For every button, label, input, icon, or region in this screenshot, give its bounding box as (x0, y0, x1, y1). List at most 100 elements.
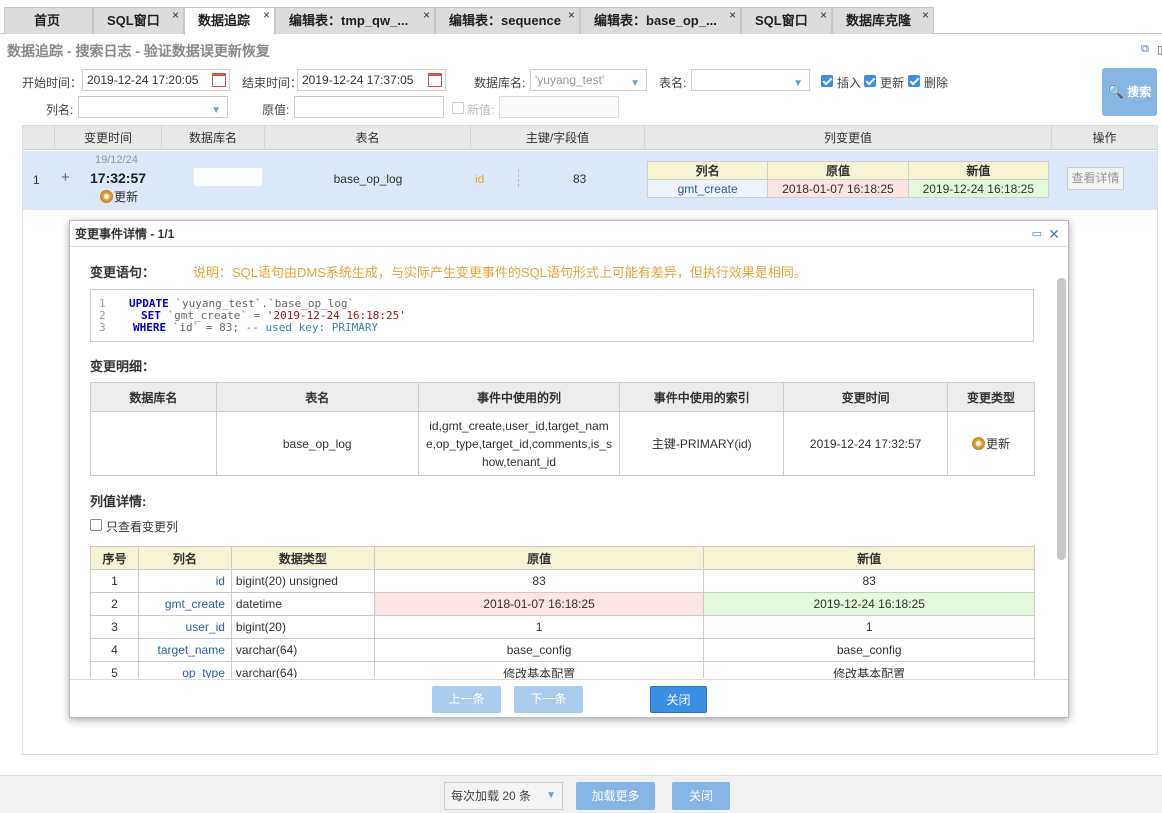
close-icon[interactable]: × (172, 2, 179, 28)
tab-label: 数据库克隆 (846, 13, 912, 28)
close-button[interactable]: 关闭 (650, 686, 707, 713)
change-event-dialog: 变更事件详情 - 1/1 ▭ ✕ 变更语句： 说明：SQL语句由DMS系统生成，… (69, 220, 1069, 718)
row-number: 5 (90, 661, 139, 678)
grid-header-cell: 操作 (1092, 131, 1117, 145)
column-value-table: 序号 列名 数据类型 原值 新值 1 id bigint(20) unsigne… (90, 546, 1035, 678)
sql-keyword: WHERE (133, 321, 167, 334)
tab-db-clone[interactable]: 数据库克隆 × (832, 7, 934, 34)
start-time-input[interactable]: 2019-12-24 17:20:05 (82, 69, 230, 91)
old-value: 2018-01-07 16:18:25 (373, 592, 705, 616)
maximize-icon[interactable]: ▭ (1032, 221, 1042, 247)
next-button[interactable]: 下一条 (514, 686, 583, 713)
app-root: 首页 SQL窗口 × 数据追踪 × 编辑表：tmp_qw_... × 编辑表：sequ… (0, 0, 1162, 813)
code-line-3: WHERE `id` = 83; -- used key: PRIMARY (133, 322, 378, 334)
dialog-body: 变更语句： 说明：SQL语句由DMS系统生成，与实际产生变更事件的SQL语句形式… (70, 248, 1068, 678)
mini-header: 原值 (767, 161, 909, 180)
page-size-value: 每次加载 20 条 (451, 789, 532, 803)
expand-icon[interactable]: + (61, 169, 70, 186)
search-icon: 🔍 (1107, 84, 1124, 99)
delete-checkbox[interactable] (908, 75, 920, 87)
tab-sql-window[interactable]: SQL窗口 × (93, 7, 184, 34)
tab-data-tracking[interactable]: 数据追踪 × (184, 7, 275, 35)
tab-edit-base-op[interactable]: 编辑表：base_op_... × (580, 7, 741, 34)
close-icon[interactable]: × (820, 2, 827, 28)
data-type: bigint(20) unsigned (230, 569, 375, 593)
tab-edit-sequence[interactable]: 编辑表：sequence × (435, 7, 580, 34)
tab-label: 编辑表：sequence (449, 13, 561, 28)
mini-new-value: 2019-12-24 16:18:25 (907, 179, 1050, 198)
detail-header: 表名 (215, 382, 419, 412)
column-name-label: 列名: (46, 103, 74, 117)
row-date: 19/12/24 (95, 154, 138, 166)
change-detail-table: 数据库名 表名 事件中使用的列 事件中使用的索引 变更时间 变更类型 base_… (90, 382, 1035, 476)
sql-text: `id` = 83; (166, 321, 246, 334)
search-button[interactable]: 🔍 搜索 (1102, 68, 1157, 116)
column-name-select[interactable]: ▼ (78, 96, 228, 118)
table-row: 5 op_type varchar(64) 修改基本配置 修改基本配置 (90, 661, 1035, 678)
dialog-title: 变更事件详情 - 1/1 (75, 227, 175, 241)
table-row: base_op_log id,gmt_create,user_id,target… (90, 411, 1035, 476)
update-checkbox[interactable] (864, 75, 876, 87)
new-value-input[interactable] (499, 96, 619, 118)
close-icon[interactable]: × (568, 2, 575, 28)
calendar-icon[interactable] (212, 73, 226, 87)
detail-type: 更新 (947, 411, 1035, 476)
col-header: 列名 (137, 546, 232, 570)
table-name-select[interactable]: ▼ (691, 69, 810, 91)
table-row: 1 id bigint(20) unsigned 83 83 (90, 569, 1035, 593)
gear-icon (100, 190, 113, 203)
grid-header-cell: 主键/字段值 (471, 126, 645, 150)
tab-edit-tmp-qw[interactable]: 编辑表：tmp_qw_... × (275, 7, 435, 34)
new-value: 2019-12-24 16:18:25 (703, 592, 1035, 616)
old-value: 修改基本配置 (373, 661, 705, 678)
bottom-bar: 每次加载 20 条 ▼ 加载更多 关闭 (0, 775, 1162, 813)
close-icon[interactable]: × (423, 2, 430, 28)
grid-header: 变更时间 数据库名 表名 主键/字段值 列变更值 操作 (23, 126, 1157, 150)
line-number: 3 (99, 321, 106, 334)
grid-header-cell: 数据库名 (162, 126, 265, 150)
prev-button[interactable]: 上一条 (432, 686, 501, 713)
sql-code-block: 1 2 3 UPDATE `yuyang_test`.`base_op_log`… (90, 289, 1034, 342)
table-name-label: 表名: (659, 76, 687, 90)
tab-bar: 首页 SQL窗口 × 数据追踪 × 编辑表：tmp_qw_... × 编辑表：sequ… (0, 0, 1162, 35)
mini-col-name: gmt_create (646, 179, 769, 198)
new-value: 1 (703, 615, 1035, 639)
new-value: 83 (703, 569, 1035, 593)
end-time-input[interactable]: 2019-12-24 17:37:05 (297, 69, 446, 91)
data-type: datetime (230, 592, 375, 616)
col-header: 新值 (703, 546, 1035, 570)
stmt-note: 说明：SQL语句由DMS系统生成，与实际产生变更事件的SQL语句形式上可能有差异… (193, 265, 807, 280)
dialog-header: 变更事件详情 - 1/1 ▭ ✕ (70, 221, 1068, 247)
close-icon[interactable]: ✕ (1048, 221, 1060, 247)
detail-header: 事件中使用的索引 (619, 382, 785, 412)
close-icon[interactable]: × (729, 2, 736, 28)
bottom-close-button[interactable]: 关闭 (672, 782, 730, 810)
key-divider (518, 169, 519, 187)
only-changed-checkbox[interactable] (90, 519, 102, 531)
restore-icon[interactable]: ⧉ (1141, 43, 1149, 56)
view-details-button[interactable]: 查看详情 (1067, 167, 1124, 190)
close-icon[interactable]: × (263, 2, 270, 28)
page-size-select[interactable]: 每次加载 20 条 ▼ (444, 782, 563, 810)
tab-sql-window-2[interactable]: SQL窗口 × (741, 7, 832, 34)
table-row: 4 target_name varchar(64) base_config ba… (90, 638, 1035, 662)
col-header: 序号 (90, 546, 139, 570)
calendar-icon[interactable] (428, 73, 442, 87)
tab-label: SQL窗口 (107, 13, 160, 28)
new-value-checkbox[interactable] (452, 102, 464, 114)
tab-home[interactable]: 首页 (4, 7, 93, 34)
row-change-type-label: 更新 (114, 190, 139, 204)
detail-header: 变更时间 (783, 382, 949, 412)
dialog-scrollbar[interactable] (1057, 278, 1066, 560)
sql-comment: -- used key: PRIMARY (245, 321, 379, 334)
data-type: varchar(64) (230, 661, 375, 678)
insert-checkbox[interactable] (821, 75, 833, 87)
load-more-button[interactable]: 加载更多 (576, 782, 655, 810)
row-time: 17:32:57 (90, 170, 147, 186)
maximize-icon[interactable]: ▯ (1157, 43, 1162, 56)
db-name-select[interactable]: 'yuyang_test' ▼ (530, 69, 647, 91)
old-value-input[interactable] (294, 96, 444, 118)
table-row[interactable]: 1 + 19/12/24 17:32:57 更新 base_op_log id … (23, 151, 1157, 210)
close-icon[interactable]: × (922, 2, 929, 28)
gear-icon (972, 437, 986, 450)
